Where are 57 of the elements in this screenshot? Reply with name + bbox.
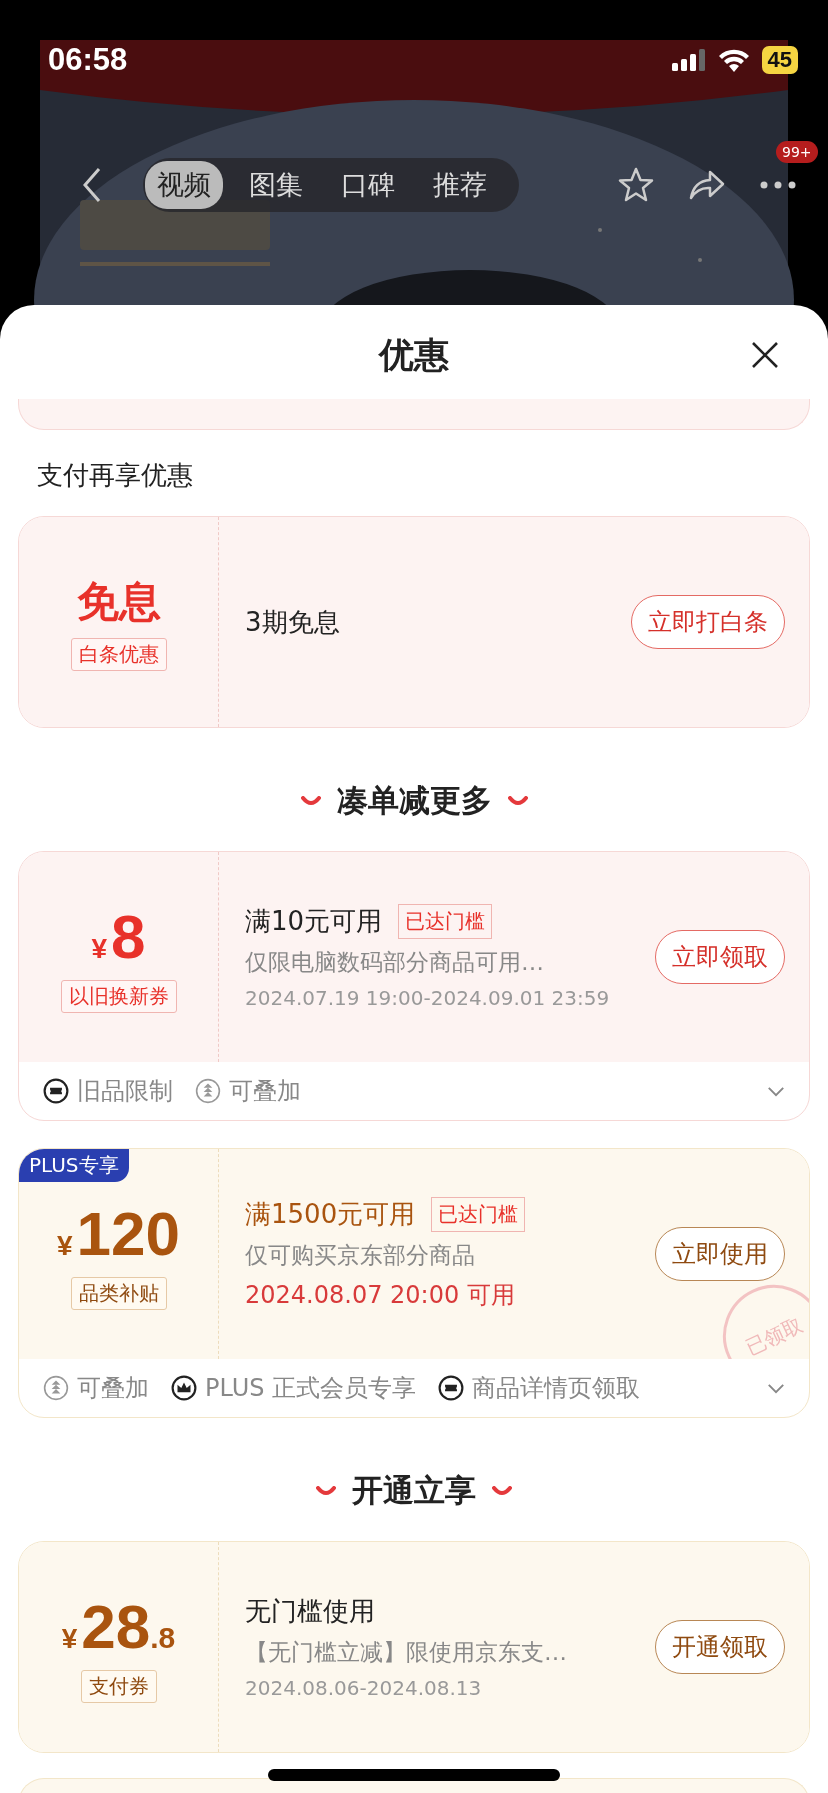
smile-icon bbox=[316, 1486, 336, 1496]
coupon-amount: ¥28.8 bbox=[61, 1591, 176, 1662]
coupon-date: 2024.08.07 20:00 可用 bbox=[245, 1280, 516, 1311]
stack-icon bbox=[195, 1078, 221, 1104]
feature-label: 可叠加 bbox=[77, 1373, 149, 1404]
coupon-description: 仅限电脑数码部分商品可用… bbox=[245, 948, 545, 977]
coupon-description: 【无门槛立减】限使用京东支… bbox=[245, 1638, 568, 1667]
chevron-down-icon[interactable] bbox=[767, 1085, 785, 1097]
threshold-tag: 已达门槛 bbox=[431, 1197, 526, 1232]
coupon-type-tag: 以旧换新券 bbox=[60, 980, 177, 1013]
coupon-date: 2024.07.19 19:00-2024.09.01 23:59 bbox=[245, 986, 611, 1010]
smile-icon bbox=[300, 796, 321, 806]
coupon-title: 3期免息 bbox=[245, 605, 340, 639]
section-heading: 凑单减更多 bbox=[336, 781, 492, 820]
nav-tab[interactable]: 图集 bbox=[237, 161, 315, 209]
feature-label: 商品详情页领取 bbox=[472, 1373, 641, 1404]
stack-icon bbox=[43, 1375, 69, 1401]
feature-label: PLUS 正式会员专享 bbox=[205, 1373, 417, 1404]
smile-icon bbox=[492, 1486, 512, 1496]
coupon-amount: ¥8 bbox=[91, 901, 146, 972]
close-icon[interactable] bbox=[750, 340, 780, 370]
coupon-amount: ¥120 bbox=[57, 1198, 180, 1269]
back-icon[interactable] bbox=[82, 167, 102, 203]
coupon-title: 满1500元可用 bbox=[245, 1198, 416, 1231]
signal-icon bbox=[671, 49, 706, 71]
coupon-button[interactable]: 立即使用 bbox=[655, 1227, 785, 1281]
chevron-down-icon[interactable] bbox=[767, 1382, 785, 1394]
feature-label: 旧品限制 bbox=[77, 1076, 173, 1107]
notification-badge: 99+ bbox=[776, 141, 818, 163]
status-time: 06:58 bbox=[48, 42, 128, 78]
plus-badge: PLUS专享 bbox=[19, 1149, 129, 1182]
coupon-date: 2024.08.06-2024.08.13 bbox=[245, 1676, 483, 1700]
crown-icon bbox=[171, 1375, 197, 1401]
feature-label: 可叠加 bbox=[229, 1076, 301, 1107]
ticket-icon bbox=[438, 1375, 465, 1401]
coupon-title: 无门槛使用 bbox=[245, 1595, 375, 1628]
nav-tab[interactable]: 口碑 bbox=[329, 161, 407, 209]
ticket-icon bbox=[43, 1078, 69, 1104]
threshold-tag: 已达门槛 bbox=[398, 904, 493, 939]
smile-icon bbox=[507, 796, 528, 806]
wifi-icon bbox=[717, 48, 750, 72]
coupon-type-tag: 支付券 bbox=[80, 1670, 157, 1703]
sheet-title: 优惠 bbox=[379, 333, 449, 377]
section-heading: 开通立享 bbox=[352, 1471, 476, 1510]
coupon-type-tag: 白条优惠 bbox=[70, 637, 167, 671]
coupon-type-tag: 品类补贴 bbox=[70, 1277, 167, 1310]
coupon-amount: 免息 bbox=[76, 575, 161, 628]
nav-tab[interactable]: 推荐 bbox=[421, 161, 499, 209]
coupon-button[interactable]: 立即打白条 bbox=[631, 595, 785, 649]
battery-level: 45 bbox=[761, 46, 798, 74]
section-heading: 支付再享优惠 bbox=[36, 459, 194, 492]
coupon-description: 仅可购买京东部分商品 bbox=[245, 1241, 476, 1270]
nav-tab[interactable]: 视频 bbox=[145, 161, 223, 209]
coupon-button[interactable]: 开通领取 bbox=[655, 1620, 785, 1674]
more-icon[interactable] bbox=[758, 179, 798, 191]
coupon-title: 满10元可用 bbox=[245, 905, 383, 938]
coupon-button[interactable]: 立即领取 bbox=[655, 930, 785, 984]
